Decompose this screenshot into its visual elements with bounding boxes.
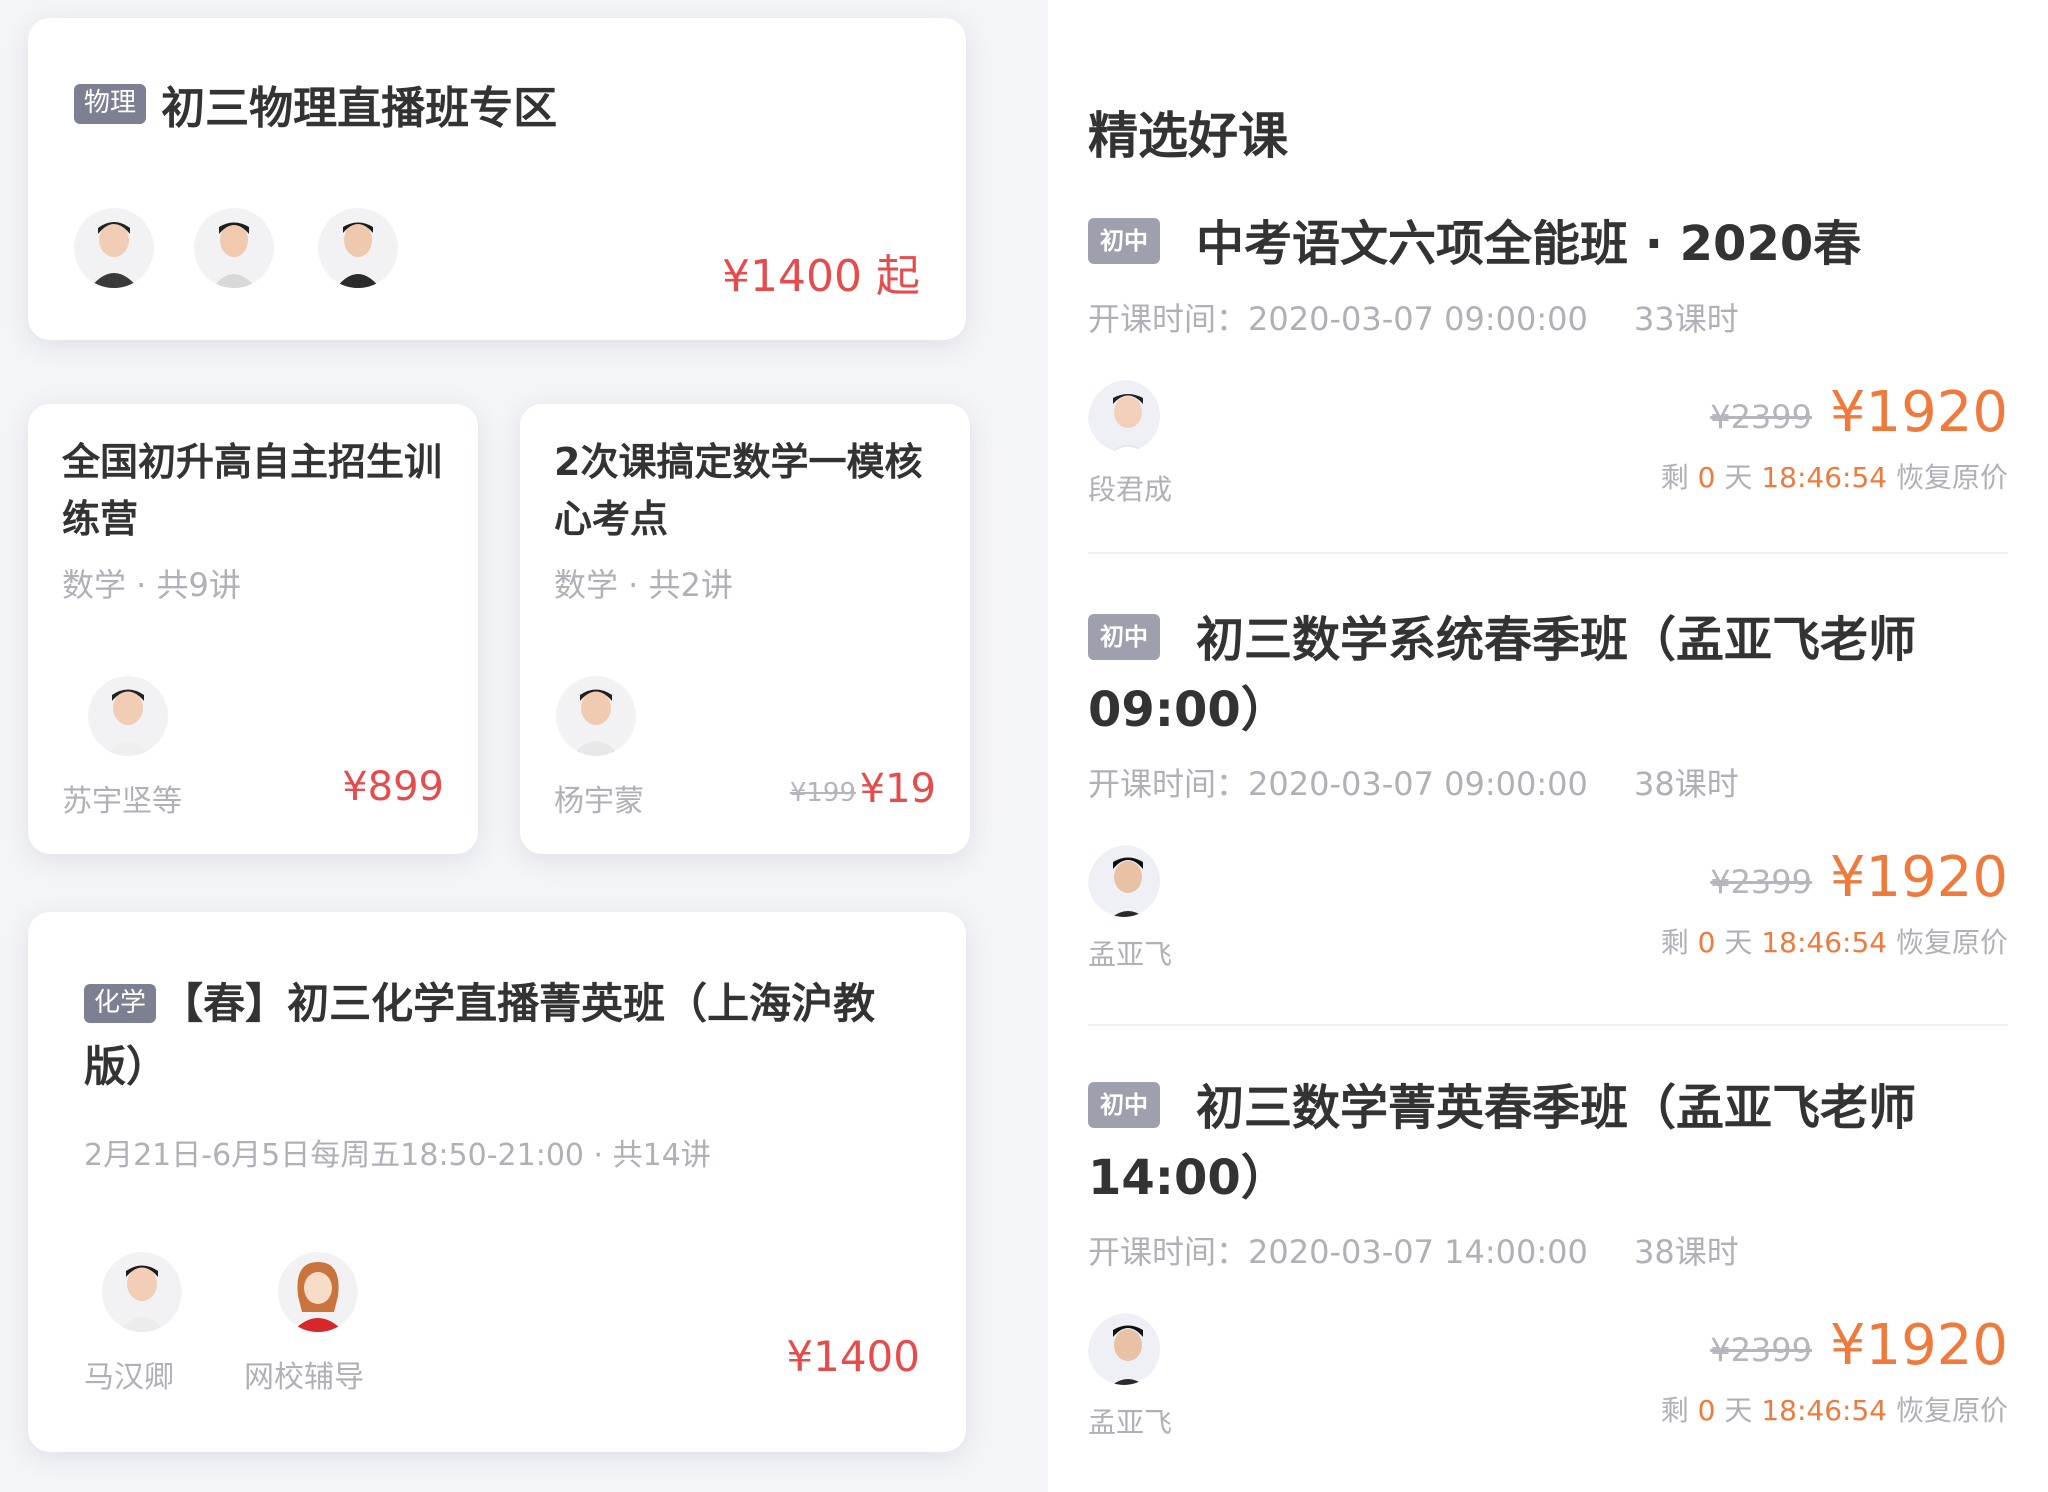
countdown: 剩 0 天 18:46:54 恢复原价 [1660,460,2008,494]
course-bottom: 段君成 ¥2399 ¥1920 剩 0 天 18:46:54 恢复原价 [1088,380,2008,530]
level-tag: 初中 [1088,613,1160,661]
original-price: ¥199 [789,778,856,808]
teacher-name: 孟亚飞 [1088,1406,1173,1440]
subject-tag: 化学 [84,983,157,1024]
featured-course-item[interactable]: 初中 初三数学系统春季班（孟亚飞老师09:00） 开课时间：2020-03-07 … [1088,606,2008,995]
chemistry-elite-class-card[interactable]: 化学 【春】初三化学直播菁英班（上海沪教版） 2月21日-6月5日每周五18:5… [28,912,966,1452]
featured-course-item[interactable]: 初中 中考语文六项全能班 · 2020春 开课时间：2020-03-07 09:0… [1088,210,2008,530]
divider [1088,1024,2008,1026]
card-price: ¥1400 起 [722,251,920,302]
card-meta: 2月21日-6月5日每周五18:50-21:00 · 共14讲 [84,1138,711,1173]
teacher-avatar [102,1252,182,1332]
teacher-name: 段君成 [1088,472,1173,506]
section-title: 精选好课 [1088,107,1288,165]
teacher-avatar [88,676,168,756]
teacher-name: 马汉卿 [84,1360,174,1395]
divider [1088,552,2008,554]
featured-courses-panel: 精选好课 初中 中考语文六项全能班 · 2020春 开课时间：2020-03-07… [1048,0,2048,1492]
original-price: ¥2399 [1710,863,1812,902]
course-card-entrance-training[interactable]: 全国初升高自主招生训练营 数学 · 共9讲 苏宇坚等 ¥899 [28,404,478,854]
sale-price: ¥1920 [1829,845,2008,911]
teacher-avatar [1088,845,1160,918]
card-title: 全国初升高自主招生训练营 [62,440,443,541]
countdown: 剩 0 天 18:46:54 恢复原价 [1660,926,2008,960]
course-meta: 开课时间：2020-03-07 09:00:00 33课时 [1088,294,2008,340]
teacher-avatar [1088,379,1160,452]
teacher-avatar [1088,1313,1160,1386]
original-price: ¥2399 [1710,397,1812,436]
card-title: 初三物理直播班专区 [161,83,558,134]
card-meta: 数学 · 共2讲 [554,566,733,604]
card-price: ¥1400 [786,1332,920,1381]
course-title-text: 初三数学菁英春季班（孟亚飞老师14:00） [1088,1080,1917,1206]
course-meta: 开课时间：2020-03-07 14:00:00 38课时 [1088,1227,2008,1273]
physics-live-class-card[interactable]: 物理 初三物理直播班专区 ¥1400 起 [28,18,966,340]
teacher-avatar [318,208,398,288]
course-title-text: 中考语文六项全能班 · 2020春 [1196,216,1862,272]
card-meta: 数学 · 共9讲 [62,566,241,604]
teacher-avatar [556,676,636,756]
course-card-math-mock-exam[interactable]: 2次课搞定数学一模核心考点 数学 · 共2讲 杨宇蒙 ¥199 ¥19 [520,404,970,854]
course-title: 初中 初三数学系统春季班（孟亚飞老师09:00） [1088,606,2008,745]
card-price: ¥19 [859,766,936,812]
teacher-name: 苏宇坚等 [62,784,182,819]
tutor-name: 网校辅导 [244,1360,364,1395]
card-price: ¥899 [342,764,444,810]
teacher-avatar [194,208,274,288]
course-hours: 33课时 [1634,299,1739,338]
course-title: 初中 初三数学菁英春季班（孟亚飞老师14:00） [1088,1074,2008,1213]
course-start-time: 开课时间：2020-03-07 14:00:00 [1088,1233,1588,1272]
course-title-text: 初三数学系统春季班（孟亚飞老师09:00） [1088,612,1917,738]
card-title: 2次课搞定数学一模核心考点 [554,440,923,541]
course-hours: 38课时 [1634,765,1739,804]
level-tag: 初中 [1088,217,1160,265]
featured-course-item[interactable]: 初中 初三数学菁英春季班（孟亚飞老师14:00） 开课时间：2020-03-07 … [1088,1074,2008,1463]
course-hours: 38课时 [1634,1233,1739,1272]
course-bottom: 孟亚飞 ¥2399 ¥1920 剩 0 天 18:46:54 恢复原价 [1088,1313,2008,1463]
original-price: ¥2399 [1710,1331,1812,1370]
teacher-name: 杨宇蒙 [554,784,644,819]
course-meta: 开课时间：2020-03-07 09:00:00 38课时 [1088,759,2008,805]
course-bottom: 孟亚飞 ¥2399 ¥1920 剩 0 天 18:46:54 恢复原价 [1088,845,2008,995]
subject-tag: 物理 [74,84,147,124]
countdown: 剩 0 天 18:46:54 恢复原价 [1660,1394,2008,1428]
sale-price: ¥1920 [1829,1313,2008,1379]
teacher-name: 孟亚飞 [1088,938,1173,972]
tutor-avatar [278,1252,358,1332]
sale-price: ¥1920 [1829,379,2008,445]
level-tag: 初中 [1088,1081,1160,1129]
course-start-time: 开课时间：2020-03-07 09:00:00 [1088,299,1588,338]
course-title: 初中 中考语文六项全能班 · 2020春 [1088,210,2008,280]
course-start-time: 开课时间：2020-03-07 09:00:00 [1088,765,1588,804]
card-title: 【春】初三化学直播菁英班（上海沪教版） [84,979,876,1091]
teacher-avatar [74,208,154,288]
